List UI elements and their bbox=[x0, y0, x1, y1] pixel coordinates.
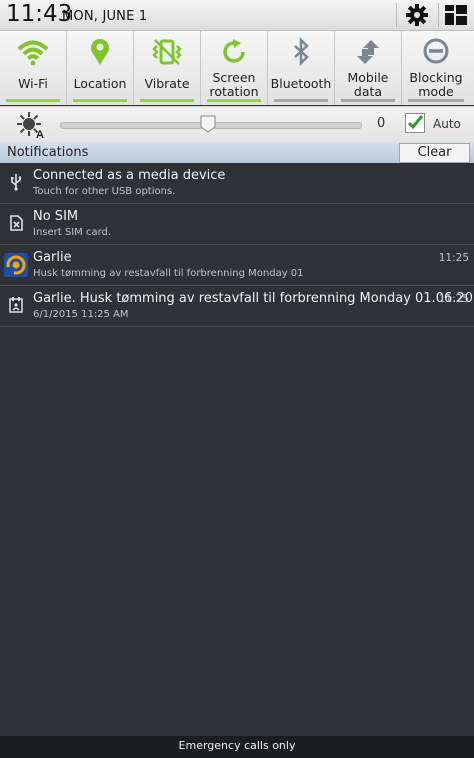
wifi-toggle[interactable]: Wi-Fi bbox=[0, 31, 67, 105]
vibrate-label: Vibrate bbox=[144, 76, 190, 91]
location-pin-icon bbox=[91, 38, 109, 65]
location-label: Location bbox=[73, 76, 127, 91]
usb-icon bbox=[11, 174, 22, 191]
vibrate-icon bbox=[152, 39, 182, 65]
notification-subtitle: Insert SIM card. bbox=[33, 227, 112, 238]
mobile-data-toggle[interactable]: Mobile data bbox=[335, 31, 402, 105]
date-label: MON, JUNE 1 bbox=[62, 9, 148, 24]
clear-button[interactable]: Clear bbox=[399, 143, 470, 163]
notifications-title: Notifications bbox=[7, 145, 89, 160]
calendar-icon bbox=[9, 297, 23, 313]
mobile-data-label: Mobile data bbox=[347, 70, 389, 99]
wifi-active-indicator bbox=[6, 99, 60, 102]
screen-rotation-active-indicator bbox=[207, 99, 261, 102]
blocking-mode-indicator bbox=[408, 99, 464, 102]
grid-icon[interactable] bbox=[444, 4, 468, 26]
checkmark-icon bbox=[407, 115, 424, 130]
vibrate-toggle[interactable]: Vibrate bbox=[134, 31, 201, 105]
no-sim-icon bbox=[10, 215, 23, 231]
bluetooth-icon bbox=[294, 37, 309, 67]
svg-text:A: A bbox=[36, 129, 44, 139]
notification-time: 11:25 bbox=[438, 293, 469, 305]
screen-rotation-toggle[interactable]: Screen rotation bbox=[201, 31, 268, 105]
garlie-app-icon bbox=[4, 253, 28, 277]
rotation-icon bbox=[223, 39, 245, 63]
wifi-icon bbox=[17, 40, 49, 66]
bluetooth-indicator bbox=[274, 99, 328, 102]
location-toggle[interactable]: Location bbox=[67, 31, 134, 105]
auto-brightness-icon: A bbox=[17, 112, 44, 139]
notification-subtitle: 6/1/2015 11:25 AM bbox=[33, 309, 129, 320]
auto-brightness-label: Auto bbox=[433, 117, 461, 131]
notification-title: Connected as a media device bbox=[33, 168, 226, 183]
brightness-row: A 0 Auto bbox=[0, 106, 474, 142]
screen-rotation-label: Screen rotation bbox=[209, 70, 259, 99]
notification-usb[interactable]: Connected as a media device Touch for ot… bbox=[0, 163, 474, 204]
location-active-indicator bbox=[73, 99, 127, 102]
blocking-mode-icon bbox=[423, 38, 449, 64]
vibrate-active-indicator bbox=[140, 99, 194, 102]
bluetooth-toggle[interactable]: Bluetooth bbox=[268, 31, 335, 105]
notifications-header: Notifications Clear bbox=[0, 142, 474, 163]
notification-time: 11:25 bbox=[438, 252, 469, 264]
notification-title: Garlie bbox=[33, 250, 72, 265]
auto-brightness-checkbox[interactable] bbox=[405, 113, 425, 133]
notification-calendar[interactable]: Garlie. Husk tømming av restavfall til f… bbox=[0, 286, 474, 327]
bottom-bar: Emergency calls only bbox=[0, 736, 474, 758]
quick-settings-panel: Wi-Fi Location Vibrate Screen rotation B… bbox=[0, 31, 474, 105]
status-bar: 11:43 MON, JUNE 1 bbox=[0, 0, 474, 31]
notification-garlie[interactable]: Garlie Husk tømming av restavfall til fo… bbox=[0, 245, 474, 286]
blocking-mode-label: Blocking mode bbox=[409, 70, 463, 99]
emergency-calls-label: Emergency calls only bbox=[178, 739, 296, 752]
mobile-data-indicator bbox=[341, 99, 395, 102]
divider bbox=[396, 3, 397, 27]
mobile-data-icon bbox=[357, 40, 379, 64]
blocking-mode-toggle[interactable]: Blocking mode bbox=[402, 31, 470, 105]
wifi-label: Wi-Fi bbox=[18, 76, 48, 91]
notification-subtitle: Husk tømming av restavfall til forbrenni… bbox=[33, 268, 304, 279]
notification-title: Garlie. Husk tømming av restavfall til f… bbox=[33, 291, 474, 306]
bluetooth-label: Bluetooth bbox=[270, 76, 332, 91]
settings-gear-icon[interactable] bbox=[404, 3, 430, 27]
brightness-slider-thumb[interactable] bbox=[200, 115, 216, 133]
notification-subtitle: Touch for other USB options. bbox=[33, 186, 176, 197]
notification-title: No SIM bbox=[33, 209, 79, 224]
brightness-value: 0 bbox=[377, 116, 386, 131]
notification-no-sim[interactable]: No SIM Insert SIM card. bbox=[0, 204, 474, 245]
divider bbox=[438, 3, 439, 27]
